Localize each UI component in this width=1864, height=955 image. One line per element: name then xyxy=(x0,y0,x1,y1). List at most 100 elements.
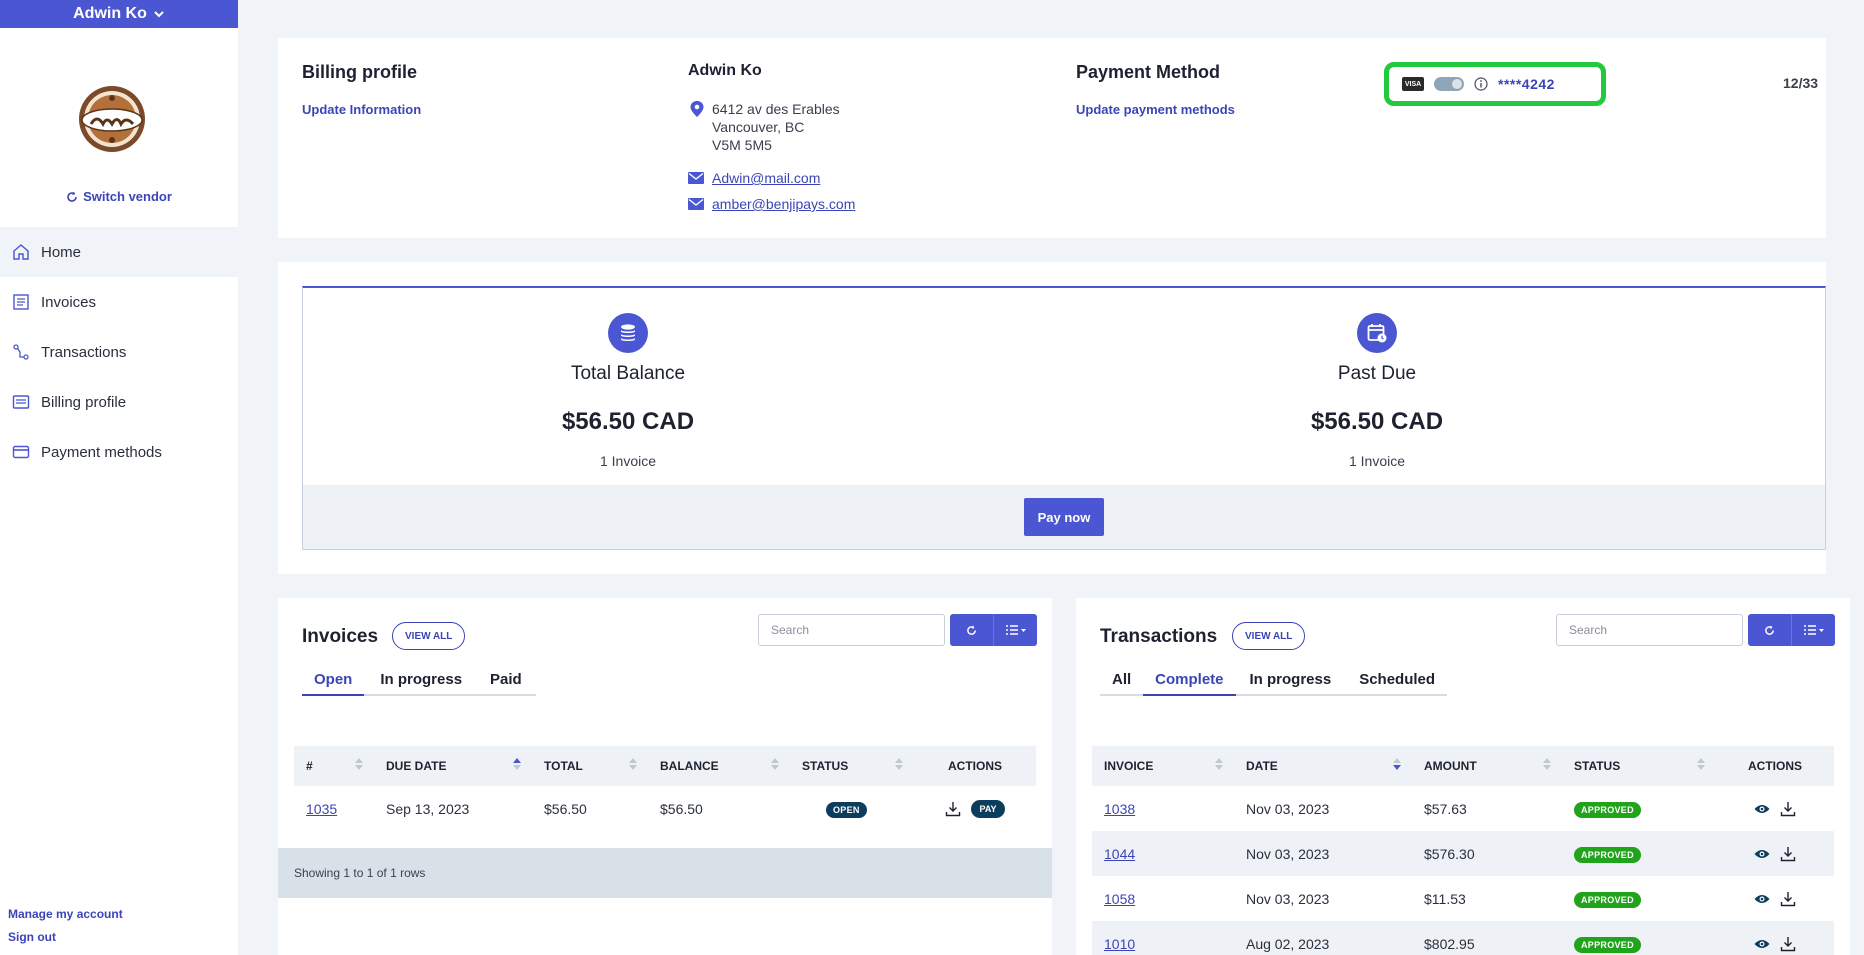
address-line: 6412 av des Erables xyxy=(712,101,840,117)
download-icon[interactable] xyxy=(1780,936,1796,952)
invoice-icon xyxy=(13,294,29,310)
billing-profile-title: Billing profile xyxy=(302,62,417,82)
download-icon[interactable] xyxy=(945,801,961,817)
transactions-toolbar xyxy=(1748,614,1835,646)
actions-cell xyxy=(1716,801,1834,817)
balance-cell: $56.50 xyxy=(660,800,703,817)
columns-menu-button[interactable] xyxy=(993,614,1037,646)
tab-in-progress[interactable]: In progress xyxy=(1236,664,1346,696)
invoices-view-all-button[interactable]: VIEW ALL xyxy=(392,622,466,650)
invoices-search-input[interactable] xyxy=(758,614,945,646)
column-header-amount[interactable]: AMOUNT xyxy=(1412,746,1562,786)
transactions-title: Transactions xyxy=(1100,626,1218,647)
coins-icon xyxy=(608,313,648,353)
past-due-label: Past Due xyxy=(1337,363,1417,384)
status-badge: APPROVED xyxy=(1574,801,1641,818)
invoice-number-link[interactable]: 1010 xyxy=(1092,936,1234,952)
email-link[interactable]: amber@benjipays.com xyxy=(712,196,855,212)
billing-address: 6412 av des Erables Vancouver, BC V5M 5M… xyxy=(712,100,840,154)
address-line: Vancouver, BC xyxy=(712,119,805,135)
home-icon xyxy=(13,244,29,260)
column-header-date[interactable]: DATE xyxy=(1234,746,1412,786)
pay-now-button[interactable]: Pay now xyxy=(1024,498,1104,536)
tab-paid[interactable]: Paid xyxy=(478,664,536,696)
column-header-status[interactable]: STATUS xyxy=(1562,746,1716,786)
sidebar-item-transactions[interactable]: Transactions xyxy=(0,327,238,377)
total-balance-block: Total Balance $56.50 CAD 1 Invoice xyxy=(428,288,828,469)
eye-icon[interactable] xyxy=(1754,848,1770,860)
columns-menu-button[interactable] xyxy=(1791,614,1835,646)
address-line: V5M 5M5 xyxy=(712,137,772,153)
eye-icon[interactable] xyxy=(1754,803,1770,815)
column-header-total[interactable]: TOTAL xyxy=(532,746,648,786)
pay-invoice-button[interactable]: PAY xyxy=(971,799,1005,818)
refresh-button[interactable] xyxy=(950,614,993,646)
transactions-search-input[interactable] xyxy=(1556,614,1743,646)
sidebar-item-label: Home xyxy=(41,243,82,261)
visa-icon: VISA xyxy=(1402,77,1424,91)
mail-icon xyxy=(688,172,704,184)
date-cell: Nov 03, 2023 xyxy=(1246,800,1330,817)
eye-icon[interactable] xyxy=(1754,893,1770,905)
date-cell: Nov 03, 2023 xyxy=(1246,890,1330,907)
payment-card-chip[interactable]: VISA ****4242 xyxy=(1384,62,1606,106)
eye-icon[interactable] xyxy=(1754,938,1770,950)
sidebar-item-home[interactable]: Home xyxy=(0,227,238,277)
manage-account-link[interactable]: Manage my account xyxy=(8,903,123,926)
invoices-table: # DUE DATE TOTAL BALANCE STATUS ACTIONS … xyxy=(294,746,1036,831)
balance-card: Total Balance $56.50 CAD 1 Invoice Past … xyxy=(278,262,1826,574)
table-row: 1010 Aug 02, 2023 $802.95 APPROVED xyxy=(1092,921,1834,955)
default-card-toggle[interactable] xyxy=(1434,77,1464,91)
invoice-number-link[interactable]: 1058 xyxy=(1092,891,1234,907)
customer-name: Adwin Ko xyxy=(688,62,762,79)
total-balance-label: Total Balance xyxy=(570,363,686,384)
transactions-view-all-button[interactable]: VIEW ALL xyxy=(1232,622,1306,650)
sidebar-item-invoices[interactable]: Invoices xyxy=(0,277,238,327)
transactions-tabs: All Complete In progress Scheduled xyxy=(1100,664,1448,696)
info-icon[interactable] xyxy=(1474,77,1488,91)
past-due-amount: $56.50 CAD xyxy=(1310,408,1444,435)
total-balance-invoice-count: 1 Invoice xyxy=(599,453,657,469)
column-header-status[interactable]: STATUS xyxy=(790,746,914,786)
invoice-number-link[interactable]: 1035 xyxy=(294,801,374,817)
update-information-link[interactable]: Update Information xyxy=(302,102,421,117)
table-header: # DUE DATE TOTAL BALANCE STATUS ACTIONS xyxy=(294,746,1036,786)
actions-cell: PAY xyxy=(914,799,1036,818)
user-menu-button[interactable]: Adwin Ko xyxy=(0,0,238,28)
refresh-icon xyxy=(67,191,77,202)
invoice-number-link[interactable]: 1038 xyxy=(1092,801,1234,817)
tab-open[interactable]: Open xyxy=(302,664,365,696)
switch-vendor-link[interactable]: Switch vendor xyxy=(0,189,238,204)
location-pin-icon xyxy=(690,101,704,117)
table-row: 1058 Nov 03, 2023 $11.53 APPROVED xyxy=(1092,876,1834,921)
sidebar-item-billing-profile[interactable]: Billing profile xyxy=(0,377,238,427)
tab-all[interactable]: All xyxy=(1100,664,1143,696)
sidebar-item-payment-methods[interactable]: Payment methods xyxy=(0,427,238,477)
download-icon[interactable] xyxy=(1780,846,1796,862)
invoice-number-link[interactable]: 1044 xyxy=(1092,846,1234,862)
download-icon[interactable] xyxy=(1780,801,1796,817)
sidebar: Adwin Ko Switch vendor Home Invoices Tra… xyxy=(0,0,238,955)
status-cell: APPROVED xyxy=(1562,935,1716,953)
download-icon[interactable] xyxy=(1780,891,1796,907)
tab-complete[interactable]: Complete xyxy=(1143,664,1236,696)
chevron-down-icon xyxy=(154,11,164,18)
update-payment-methods-link[interactable]: Update payment methods xyxy=(1076,102,1235,117)
actions-cell xyxy=(1716,891,1834,907)
email-link[interactable]: Adwin@mail.com xyxy=(712,170,820,186)
refresh-button[interactable] xyxy=(1748,614,1791,646)
user-name: Adwin Ko xyxy=(73,5,147,22)
column-header-balance[interactable]: BALANCE xyxy=(648,746,790,786)
status-cell: APPROVED xyxy=(1562,800,1716,818)
table-header: INVOICE DATE AMOUNT STATUS ACTIONS xyxy=(1092,746,1834,786)
sign-out-link[interactable]: Sign out xyxy=(8,926,123,949)
column-header-number[interactable]: # xyxy=(294,746,374,786)
status-badge: OPEN xyxy=(826,801,867,818)
sidebar-item-label: Billing profile xyxy=(41,393,127,411)
tab-in-progress[interactable]: In progress xyxy=(364,664,478,696)
billing-profile-card: Billing profile Update Information Adwin… xyxy=(278,38,1826,238)
amount-cell: $576.30 xyxy=(1424,845,1475,862)
column-header-due-date[interactable]: DUE DATE xyxy=(374,746,532,786)
tab-scheduled[interactable]: Scheduled xyxy=(1345,664,1447,696)
column-header-invoice[interactable]: INVOICE xyxy=(1092,746,1234,786)
